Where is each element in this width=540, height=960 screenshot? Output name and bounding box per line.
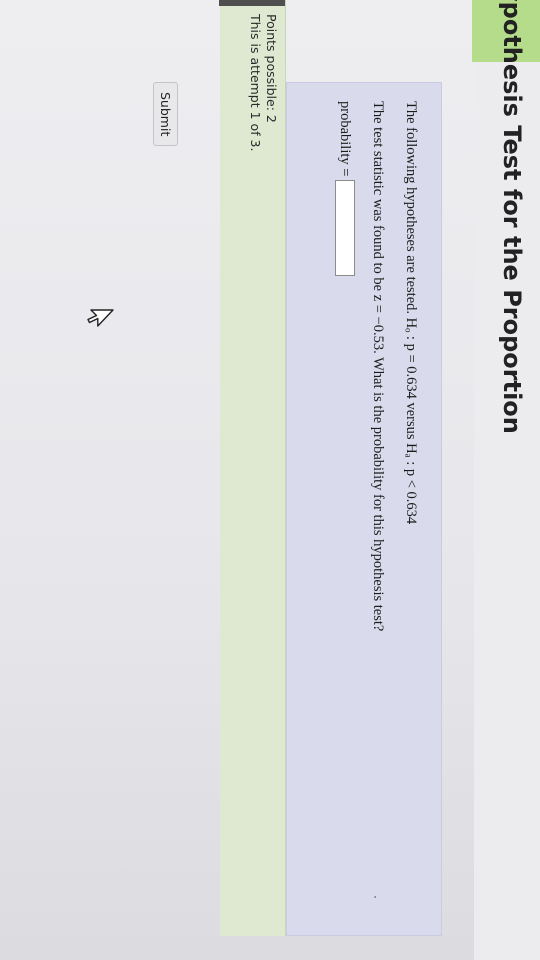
dot-mark: · bbox=[369, 895, 383, 899]
info-edge-bar bbox=[219, 0, 285, 6]
page-title: ypothesis Test for the Proportion bbox=[498, 0, 526, 434]
question-panel: The following hypotheses are tested. Hₒ … bbox=[286, 82, 442, 936]
probability-input[interactable] bbox=[335, 180, 355, 277]
mouse-cursor-icon bbox=[87, 309, 114, 327]
screen-content: ypothesis Test for the Proportion The fo… bbox=[0, 0, 540, 960]
points-possible-text: Points possible: 2 bbox=[264, 14, 279, 123]
probability-row: probability = bbox=[335, 101, 355, 277]
question-prompt-text: The test statistic was found to be z = −… bbox=[370, 101, 386, 632]
question-hypotheses-text: The following hypotheses are tested. Hₒ … bbox=[403, 101, 419, 525]
probability-label: probability = bbox=[337, 101, 354, 177]
points-info-panel: Points possible: 2 This is attempt 1 of … bbox=[219, 0, 286, 936]
attempt-text: This is attempt 1 of 3. bbox=[248, 14, 263, 152]
submit-button[interactable]: Submit bbox=[153, 82, 178, 147]
header-bar: ypothesis Test for the Proportion bbox=[472, 0, 540, 960]
